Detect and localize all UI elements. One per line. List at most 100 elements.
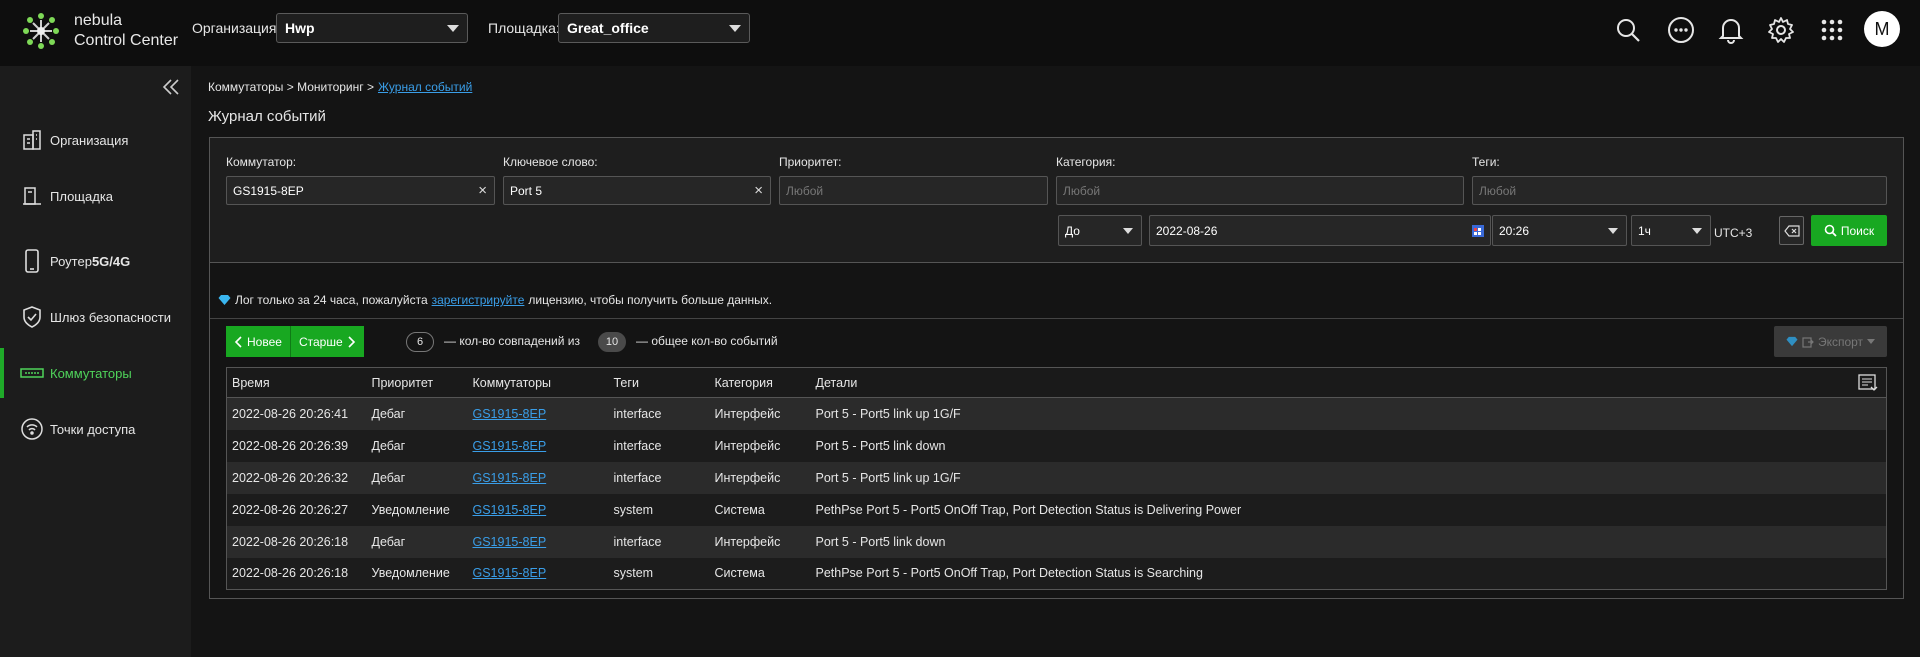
filters-area: Коммутатор: GS1915-8EP × Ключевое слово:… <box>210 138 1903 263</box>
col-time[interactable]: Время <box>226 367 367 398</box>
more-button[interactable] <box>1665 14 1697 46</box>
events-table: Время Приоритет Коммутаторы Теги Категор… <box>226 367 1887 590</box>
switch-link[interactable]: GS1915-8EP <box>473 566 547 580</box>
switch-filter-input[interactable]: GS1915-8EP × <box>226 176 495 205</box>
apps-button[interactable] <box>1816 14 1848 46</box>
col-priority[interactable]: Приоритет <box>366 367 468 398</box>
org-select[interactable]: Hwp <box>276 13 468 43</box>
col-tags[interactable]: Теги <box>608 367 710 398</box>
notifications-button[interactable] <box>1715 14 1747 46</box>
time-mode-value: До <box>1065 224 1080 238</box>
time-mode-select[interactable]: До <box>1058 215 1142 246</box>
nebula-logo[interactable]: nebula Control Center <box>22 11 178 51</box>
cell-tags: system <box>608 493 710 526</box>
cell-category: Интерфейс <box>709 461 811 494</box>
clear-icon[interactable]: × <box>478 182 487 199</box>
register-license-link[interactable]: зарегистрируйте <box>432 293 525 307</box>
cell-details: Port 5 - Port5 link down <box>810 429 1887 462</box>
matches-count-badge: 6 <box>406 332 434 352</box>
cell-time: 2022-08-26 20:26:32 <box>226 461 367 494</box>
col-category[interactable]: Категория <box>709 367 811 398</box>
sidebar-item-security-gateway[interactable]: Шлюз безопасности <box>0 292 191 342</box>
cell-time: 2022-08-26 20:26:39 <box>226 429 367 462</box>
col-switches[interactable]: Коммутаторы <box>467 367 609 398</box>
sidebar-item-router[interactable]: Роутер 5G/4G <box>0 236 191 286</box>
table-header-row: Время Приоритет Коммутаторы Теги Категор… <box>226 367 1887 398</box>
table-row[interactable]: 2022-08-26 20:26:27 Уведомление GS1915-8EP… <box>226 493 1887 526</box>
table-row[interactable]: 2022-08-26 20:26:32 Дебаг GS1915-8EP interf… <box>226 461 1887 494</box>
keyword-filter-label: Ключевое слово: <box>503 155 598 169</box>
switch-link[interactable]: GS1915-8EP <box>473 503 547 517</box>
site-label: Площадка: <box>488 20 560 36</box>
bell-icon <box>1718 19 1744 44</box>
switch-link[interactable]: GS1915-8EP <box>473 439 547 453</box>
col-details[interactable]: Детали <box>810 367 1887 398</box>
time-select[interactable]: 20:26 <box>1492 215 1627 246</box>
site-icon <box>20 184 44 208</box>
chevron-down-icon <box>1123 228 1133 234</box>
newer-button[interactable]: Новее <box>226 326 290 357</box>
sidebar: Организация Площадка Роутер 5G/4G Шлюз б… <box>0 66 191 657</box>
category-filter-input[interactable]: Любой <box>1056 176 1464 205</box>
collapse-sidebar-button[interactable] <box>162 78 180 96</box>
column-settings-icon[interactable] <box>1858 374 1878 392</box>
older-button[interactable]: Старше <box>289 326 364 357</box>
search-icon <box>1824 224 1837 237</box>
priority-filter-input[interactable]: Любой <box>779 176 1048 205</box>
cell-details: PethPse Port 5 - Port5 OnOff Trap, Port … <box>810 557 1887 590</box>
notice-text-after: лицензию, чтобы получить больше данных. <box>528 293 773 307</box>
newer-label: Новее <box>247 334 282 349</box>
time-value: 20:26 <box>1499 224 1530 238</box>
cell-priority: Дебаг <box>366 461 468 494</box>
sidebar-item-access-points[interactable]: Точки доступа <box>0 404 191 454</box>
switch-link[interactable]: GS1915-8EP <box>473 407 547 421</box>
switch-link[interactable]: GS1915-8EP <box>473 471 547 485</box>
backspace-icon <box>1783 224 1800 237</box>
range-value: 1ч <box>1638 224 1651 238</box>
switch-link[interactable]: GS1915-8EP <box>473 535 547 549</box>
sidebar-item-organization[interactable]: Организация <box>0 115 191 165</box>
sidebar-item-label-bold: 5G/4G <box>91 253 131 269</box>
tags-filter-input[interactable]: Любой <box>1472 176 1887 205</box>
priority-filter-label: Приоритет: <box>779 155 842 169</box>
switch-icon <box>20 361 44 385</box>
cell-details: Port 5 - Port5 link down <box>810 525 1887 558</box>
apps-grid-icon <box>1821 19 1843 41</box>
matches-text: — кол-во совпадений из <box>444 334 580 348</box>
cell-priority: Дебаг <box>366 429 468 462</box>
clear-icon[interactable]: × <box>754 182 763 199</box>
brand-line2: Control Center <box>74 32 179 49</box>
user-avatar[interactable]: M <box>1864 11 1900 47</box>
top-bar: nebula Control Center Организация: Hwp П… <box>0 0 1920 66</box>
building-icon <box>20 128 44 152</box>
sidebar-item-site[interactable]: Площадка <box>0 171 191 221</box>
pagination-buttons: Новее Старше <box>226 326 364 357</box>
sidebar-item-switches[interactable]: Коммутаторы <box>0 348 191 398</box>
notice-text-before: Лог только за 24 часа, пожалуйста <box>235 293 428 307</box>
site-select-value: Great_office <box>567 20 649 36</box>
range-select[interactable]: 1ч <box>1631 215 1711 246</box>
table-row[interactable]: 2022-08-26 20:26:41 Дебаг GS1915-8EP interf… <box>226 397 1887 430</box>
chevron-down-icon <box>447 25 459 32</box>
search-button[interactable] <box>1612 14 1644 46</box>
calendar-icon[interactable] <box>1472 225 1484 237</box>
breadcrumb-current-link[interactable]: Журнал событий <box>378 80 472 94</box>
site-select[interactable]: Great_office <box>558 13 750 43</box>
col-details-label: Детали <box>815 375 858 390</box>
date-input[interactable]: 2022-08-26 <box>1149 215 1491 246</box>
table-row[interactable]: 2022-08-26 20:26:18 Уведомление GS1915-8EP… <box>226 557 1887 590</box>
table-row[interactable]: 2022-08-26 20:26:18 Дебаг GS1915-8EP interf… <box>226 525 1887 558</box>
search-submit-button[interactable]: Поиск <box>1811 215 1887 246</box>
sidebar-item-label: Шлюз безопасности <box>50 309 172 325</box>
divider <box>210 318 1903 319</box>
cell-category: Система <box>709 493 811 526</box>
keyword-filter-input[interactable]: Port 5 × <box>503 176 771 205</box>
chevron-down-icon <box>1608 228 1618 234</box>
clear-filters-button[interactable] <box>1779 216 1804 245</box>
export-button[interactable]: Экспорт <box>1774 326 1887 357</box>
breadcrumb: Коммутаторы > Мониторинг > Журнал событий <box>208 80 472 94</box>
breadcrumb-path: Коммутаторы > Мониторинг > <box>208 80 374 94</box>
settings-button[interactable] <box>1765 14 1797 46</box>
table-row[interactable]: 2022-08-26 20:26:39 Дебаг GS1915-8EP interf… <box>226 429 1887 462</box>
cell-tags: interface <box>608 397 710 430</box>
